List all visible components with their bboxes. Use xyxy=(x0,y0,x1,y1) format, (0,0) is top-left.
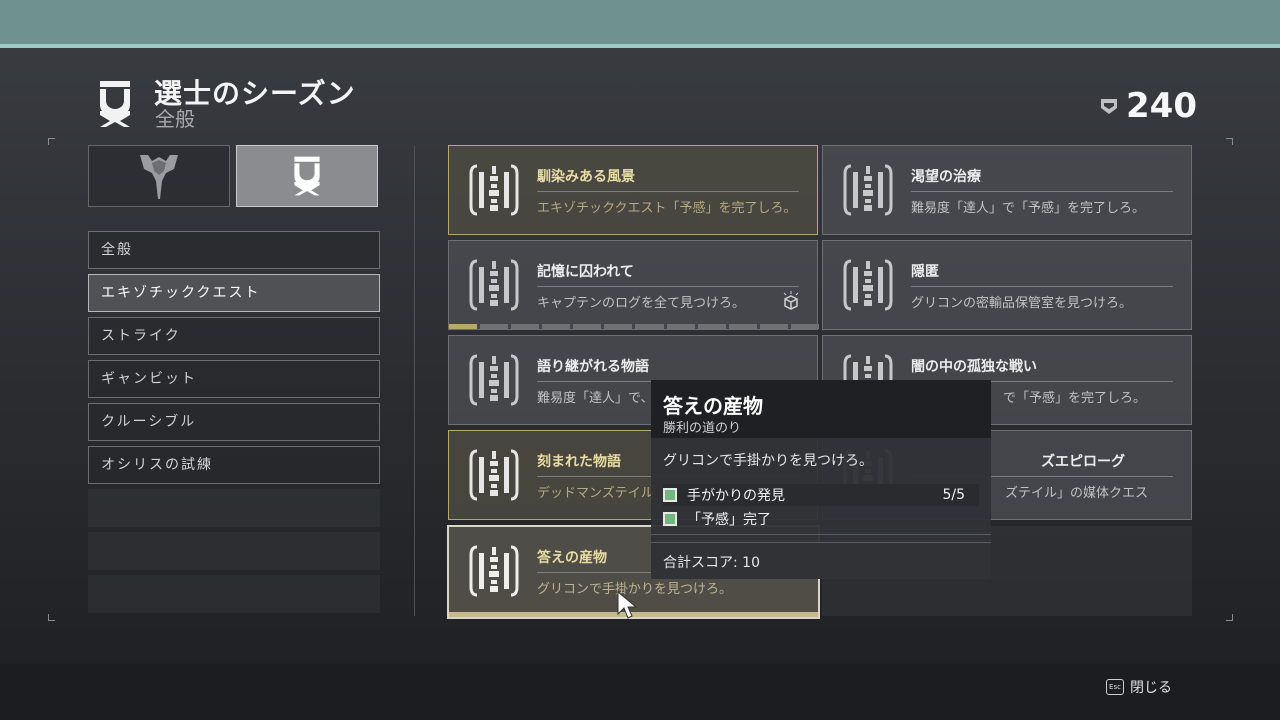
triumph-desc: グリコンの密輸品保管室を見つけろ。 xyxy=(911,296,1133,311)
checkbox-complete-icon xyxy=(663,488,677,502)
nav-item-exotic-quest[interactable]: エキゾチッククエスト xyxy=(88,274,380,312)
triumph-desc: エキゾチッククエスト「予感」を完了しろ。 xyxy=(537,201,797,216)
tooltip-description: グリコンで手掛かりを見つけろ。 xyxy=(663,453,873,469)
season-emblem-icon xyxy=(294,156,320,196)
esc-key-icon: Esc xyxy=(1106,679,1124,695)
vanguard-emblem-icon xyxy=(140,155,178,199)
score-value: 240 xyxy=(1126,86,1197,126)
nav-item-strike[interactable]: ストライク xyxy=(88,317,380,355)
close-label: 閉じる xyxy=(1130,680,1172,696)
nav-item-general[interactable]: 全般 xyxy=(88,231,380,269)
mouse-cursor-icon xyxy=(616,590,640,624)
progress-bar xyxy=(449,324,819,329)
card-separator xyxy=(537,286,799,287)
tooltip-title: 答えの産物 xyxy=(663,394,763,418)
triumph-desc: キャプテンのログを全て見つけろ。 xyxy=(537,296,746,311)
tooltip-total-score: 合計スコア: 10 xyxy=(663,555,760,571)
top-accent-line xyxy=(0,44,1280,48)
nav-item-gambit[interactable]: ギャンビット xyxy=(88,360,380,398)
nav-item-empty xyxy=(88,489,380,527)
top-bar xyxy=(0,0,1280,44)
category-tile-season[interactable] xyxy=(236,145,378,207)
card-separator xyxy=(911,191,1173,192)
category-nav: 全般 エキゾチッククエスト ストライク ギャンビット クルーシブル オシリスの試… xyxy=(88,231,380,618)
objective-count: 5/5 xyxy=(942,487,965,503)
triumph-title: 記憶に囚われて xyxy=(537,264,634,280)
frame-corner xyxy=(1226,138,1233,145)
cube-icon xyxy=(781,291,801,315)
objective-label: 手がかりの発見 xyxy=(687,488,785,504)
card-separator xyxy=(911,286,1173,287)
triumph-title: ズエピローグ xyxy=(1041,454,1125,470)
objective-row: 手がかりの発見 5/5 xyxy=(663,484,979,506)
close-button[interactable]: Esc 閉じる xyxy=(1106,677,1172,697)
triumph-icon xyxy=(843,162,893,222)
nav-item-crucible[interactable]: クルーシブル xyxy=(88,403,380,441)
triumph-card[interactable]: 渇望の治療 難易度「達人」で「予感」を完了しろ。 xyxy=(822,145,1192,235)
category-tile-vanguard[interactable] xyxy=(88,145,230,207)
tooltip-subtitle: 勝利の道のり xyxy=(663,421,742,436)
objective-label: 「予感」完了 xyxy=(687,512,771,528)
page-subtitle: 全般 xyxy=(155,107,195,131)
bottom-bar xyxy=(0,664,1280,720)
frame-corner xyxy=(48,614,55,621)
panel-divider xyxy=(414,146,415,616)
triumph-desc: グリコンで手掛かりを見つけろ。 xyxy=(537,582,733,597)
triumph-desc: ズテイル」の媒体クエス xyxy=(1005,486,1149,501)
triumph-icon xyxy=(469,257,519,317)
triumph-icon xyxy=(469,162,519,222)
tooltip-footer: 合計スコア: 10 xyxy=(651,542,991,579)
nav-item-trials[interactable]: オシリスの試練 xyxy=(88,446,380,484)
triumph-icon xyxy=(469,352,519,412)
triumph-title: 隠匿 xyxy=(911,264,939,280)
frame-corner xyxy=(1226,614,1233,621)
nav-item-empty xyxy=(88,575,380,613)
triumph-icon xyxy=(843,257,893,317)
triumph-icon xyxy=(469,543,519,603)
frame-corner xyxy=(48,138,55,145)
season-emblem-icon xyxy=(98,79,132,133)
triumph-title: 刻まれた物語 xyxy=(537,454,621,470)
triumph-icon xyxy=(469,447,519,507)
card-separator xyxy=(537,191,799,192)
triumph-title: 語り継がれる物語 xyxy=(537,359,649,375)
triumph-desc: で「予感」を完了しろ。 xyxy=(1003,391,1147,406)
triumph-desc: 難易度「達人」で「予感」を完了しろ。 xyxy=(911,201,1146,216)
score-shield-icon xyxy=(1101,99,1117,114)
triumph-card[interactable]: 馴染みある風景 エキゾチッククエスト「予感」を完了しろ。 xyxy=(448,145,818,235)
triumph-title: 闇の中の孤独な戦い xyxy=(911,359,1037,375)
nav-item-empty xyxy=(88,532,380,570)
score-display: 240 xyxy=(1100,86,1197,126)
triumph-card[interactable]: 隠匿 グリコンの密輸品保管室を見つけろ。 xyxy=(822,240,1192,330)
triumph-card[interactable]: 記憶に囚われて キャプテンのログを全て見つけろ。 xyxy=(448,240,819,330)
objective-row: 「予感」完了 xyxy=(663,508,979,530)
triumph-title: 答えの産物 xyxy=(537,550,607,566)
tooltip-divider xyxy=(651,534,991,535)
triumph-title: 馴染みある風景 xyxy=(537,169,635,185)
triumph-title: 渇望の治療 xyxy=(911,169,981,185)
tooltip-header: 答えの産物 勝利の道のり xyxy=(651,380,991,438)
checkbox-complete-icon xyxy=(663,512,677,526)
